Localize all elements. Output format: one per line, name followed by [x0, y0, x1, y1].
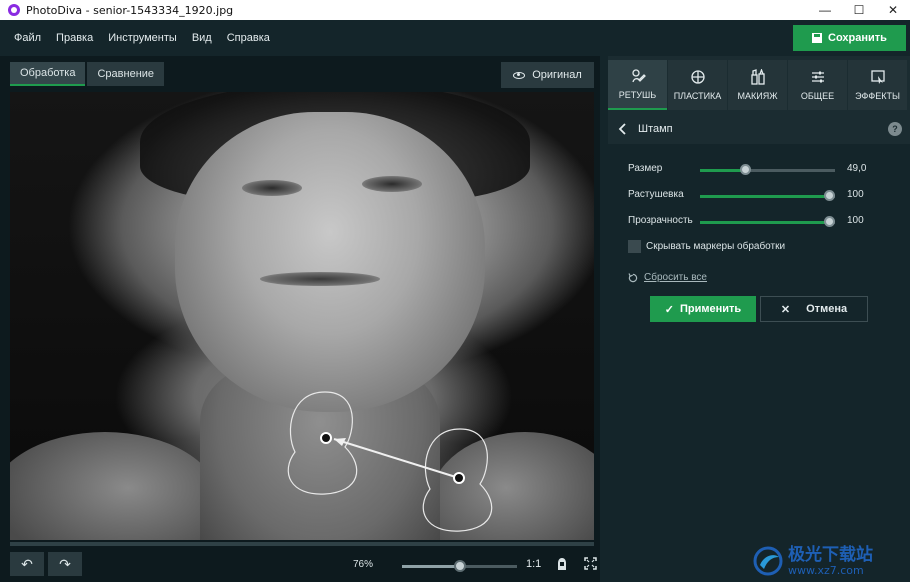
- hide-markers-row: Скрывать маркеры обработки: [628, 240, 785, 253]
- opacity-slider-fill: [700, 221, 830, 224]
- maximize-icon[interactable]: ☐: [842, 0, 876, 20]
- retouch-brush-icon: [631, 69, 646, 83]
- zoom-level: 76%: [353, 559, 374, 570]
- panel-header: Штамп ?: [608, 114, 910, 144]
- cancel-x-icon: ✕: [780, 303, 791, 316]
- help-icon[interactable]: ?: [888, 122, 902, 136]
- title-bar: PhotoDiva - senior-1543334_1920.jpg — ☐ …: [0, 0, 910, 20]
- photodiva-logo-icon: [8, 4, 20, 16]
- hide-markers-checkbox[interactable]: [628, 240, 641, 253]
- feather-slider-fill: [700, 195, 830, 198]
- tab-retouch-label: РЕТУШЬ: [618, 90, 657, 100]
- reset-icon: [628, 272, 638, 282]
- menu-view[interactable]: Вид: [192, 32, 212, 44]
- feather-slider-row: Растушевка 100: [628, 188, 898, 204]
- undo-button[interactable]: ↶: [10, 552, 44, 576]
- stamp-overlay: [287, 391, 493, 532]
- close-icon[interactable]: ✕: [876, 0, 910, 20]
- original-button-label: Оригинал: [532, 69, 582, 81]
- watermark-logo-icon: [753, 546, 783, 576]
- feather-value: 100: [847, 189, 864, 200]
- redo-icon: ↷: [59, 555, 71, 572]
- size-slider-knob[interactable]: [739, 164, 751, 175]
- bottom-toolbar: ↶ ↷ 76% 1:1: [0, 550, 600, 582]
- tool-tabs: РЕТУШЬ ПЛАСТИКА МАКИЯЖ ОБЩЕЕ ЭФФЕКТЫ: [608, 56, 910, 110]
- liquify-icon: [690, 70, 705, 84]
- check-icon: ✓: [664, 303, 674, 316]
- tab-processing[interactable]: Обработка: [10, 62, 86, 86]
- window-controls: — ☐ ✕: [808, 0, 910, 20]
- tab-retouch[interactable]: РЕТУШЬ: [608, 60, 667, 110]
- back-arrow-icon[interactable]: [618, 123, 628, 135]
- effects-icon: [870, 70, 885, 84]
- tab-makeup[interactable]: МАКИЯЖ: [728, 60, 787, 110]
- save-button-label: Сохранить: [828, 32, 887, 44]
- hide-markers-label[interactable]: Скрывать маркеры обработки: [646, 241, 785, 252]
- watermark-cn: 极光下载站: [788, 544, 873, 565]
- panel-title: Штамп: [638, 123, 673, 135]
- opacity-value: 100: [847, 215, 864, 226]
- opacity-slider-track[interactable]: [700, 221, 835, 224]
- fit-screen-icon[interactable]: [556, 557, 568, 571]
- view-tabs: Обработка Сравнение: [10, 62, 165, 86]
- tab-general[interactable]: ОБЩЕЕ: [788, 60, 847, 110]
- cancel-button-label: Отмена: [806, 303, 848, 315]
- horizontal-scrollbar[interactable]: [10, 542, 594, 546]
- menu-file[interactable]: Файл: [14, 32, 41, 44]
- tab-effects-label: ЭФФЕКТЫ: [855, 91, 900, 101]
- reset-all-link[interactable]: Сбросить все: [644, 272, 707, 283]
- feather-label: Растушевка: [628, 189, 684, 200]
- tab-compare[interactable]: Сравнение: [87, 62, 165, 86]
- stamp-link-line: [333, 438, 460, 479]
- zoom-slider-thumb[interactable]: [453, 560, 466, 572]
- reset-row: Сбросить все: [628, 272, 707, 283]
- minimize-icon[interactable]: —: [808, 0, 842, 20]
- photo-canvas[interactable]: [10, 92, 594, 540]
- actual-size-button[interactable]: 1:1: [526, 558, 541, 570]
- tab-liquify-label: ПЛАСТИКА: [673, 91, 722, 101]
- feather-slider-knob[interactable]: [823, 190, 835, 201]
- menu-bar: Файл Правка Инструменты Вид Справка Сохр…: [0, 20, 910, 56]
- watermark-text: 极光下载站 www.xz7.com: [788, 546, 873, 577]
- adjust-sliders-icon: [811, 71, 824, 83]
- tab-makeup-label: МАКИЯЖ: [737, 91, 778, 101]
- scrollbar-thumb[interactable]: [10, 542, 594, 546]
- menu-edit[interactable]: Правка: [56, 32, 93, 44]
- size-slider-track[interactable]: [700, 169, 835, 172]
- save-button[interactable]: Сохранить: [793, 25, 906, 51]
- cancel-button[interactable]: ✕ Отмена: [760, 296, 868, 322]
- tab-effects[interactable]: ЭФФЕКТЫ: [848, 60, 907, 110]
- zoom-slider-fill: [402, 565, 460, 568]
- window-title: PhotoDiva - senior-1543334_1920.jpg: [26, 3, 234, 17]
- tab-general-label: ОБЩЕЕ: [800, 91, 835, 101]
- floppy-disk-icon: [812, 33, 823, 43]
- tab-liquify[interactable]: ПЛАСТИКА: [668, 60, 727, 110]
- opacity-slider-row: Прозрачность 100: [628, 214, 898, 230]
- stamp-panel: Штамп ? Размер 49,0 Растушевка 100 Прозр…: [608, 114, 910, 582]
- eye-icon: [513, 71, 526, 79]
- feather-slider-track[interactable]: [700, 195, 835, 198]
- makeup-icon: [750, 69, 765, 85]
- site-watermark: 极光下载站 www.xz7.com: [752, 544, 902, 578]
- size-value: 49,0: [847, 163, 867, 174]
- original-button[interactable]: Оригинал: [501, 62, 594, 88]
- apply-button[interactable]: ✓ Применить: [650, 296, 756, 322]
- stamp-target-point: [320, 432, 332, 444]
- watermark-url: www.xz7.com: [788, 563, 864, 577]
- editor-area: Обработка Сравнение Оригинал ↶ ↷ 76% 1:1: [0, 56, 600, 582]
- right-panel: РЕТУШЬ ПЛАСТИКА МАКИЯЖ ОБЩЕЕ ЭФФЕКТЫ Шта…: [608, 56, 910, 582]
- size-label: Размер: [628, 163, 663, 174]
- menu-help[interactable]: Справка: [227, 32, 270, 44]
- fullscreen-icon[interactable]: [584, 557, 597, 570]
- stamp-source-point: [453, 472, 465, 484]
- size-slider-row: Размер 49,0: [628, 162, 898, 178]
- menu-tools[interactable]: Инструменты: [108, 32, 177, 44]
- opacity-label: Прозрачность: [628, 215, 693, 226]
- redo-button[interactable]: ↷: [48, 552, 82, 576]
- undo-icon: ↶: [21, 555, 33, 572]
- opacity-slider-knob[interactable]: [823, 216, 835, 227]
- apply-button-label: Применить: [680, 303, 742, 315]
